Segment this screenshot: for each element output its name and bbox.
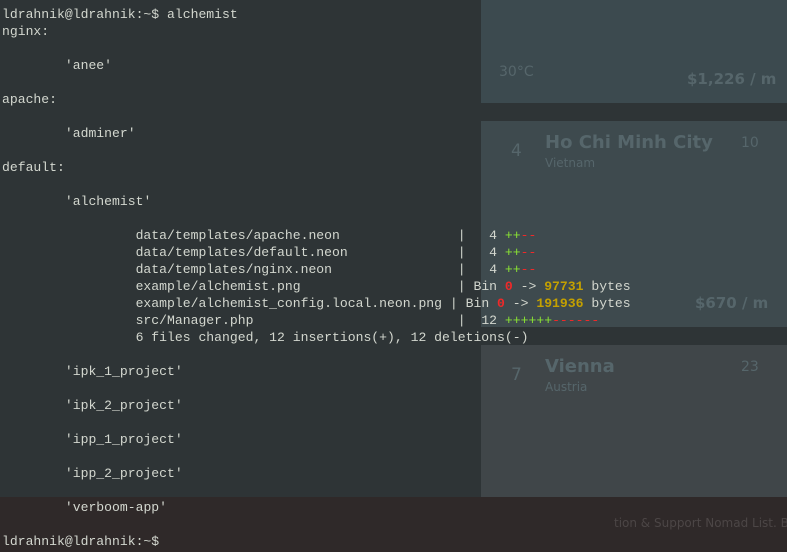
project-name: 'alchemist' [64,194,152,209]
diffstat-row: example/alchemist.png | Bin 0 -> 97731 b… [135,279,631,294]
diff-change-count: 4 [489,228,498,243]
diff-file-path: data/templates/apache.neon [135,228,340,243]
diff-minus-marks: -- [520,228,537,243]
group-label-default: default: [2,160,65,175]
diff-minus-marks: ------ [552,313,600,328]
diffstat-row: data/templates/apache.neon | 4 ++-- [135,228,537,243]
project-name: 'ipp_1_project' [64,432,183,447]
diff-bin-label: Bin [473,279,498,294]
shell-prompt: ldrahnik@ldrahnik:~$ [2,534,168,549]
project-name: 'ipk_1_project' [64,364,183,379]
diff-file-path: example/alchemist_config.local.neon.png [135,296,443,311]
project-name: 'adminer' [64,126,136,141]
diff-file-path: example/alchemist.png [135,279,301,294]
diff-bytes-from: 0 [497,296,505,311]
diff-arrow: -> [520,279,537,294]
bg-cost: $1,226 / m [687,70,777,88]
diff-plus-marks: ++++++ [504,313,553,328]
diff-file-path: src/Manager.php [135,313,254,328]
diffstat-row: example/alchemist_config.local.neon.png … [135,296,631,311]
diff-change-count: 4 [489,262,498,277]
project-name: 'ipp_2_project' [64,466,183,481]
diffstat-row: data/templates/nginx.neon | 4 ++-- [135,262,537,277]
diff-minus-marks: -- [520,262,537,277]
diff-plus-marks: ++ [504,228,521,243]
project-name: 'ipk_2_project' [64,398,183,413]
command-text: alchemist [167,7,238,22]
diff-change-count: 12 [481,313,498,328]
diff-bytes-to: 97731 [544,279,584,294]
diff-file-path: data/templates/nginx.neon [135,262,333,277]
diff-plus-marks: ++ [504,262,521,277]
diffstat-summary: 6 files changed, 12 insertions(+), 12 de… [135,330,529,345]
command-line: ldrahnik@ldrahnik:~$ alchemist [2,7,238,22]
project-name: 'verboom-app' [64,500,168,515]
bg-cost: $670 / m [695,294,769,312]
diff-file-path: data/templates/default.neon [135,245,348,260]
group-label-apache: apache: [2,92,58,107]
diff-minus-marks: -- [520,245,537,260]
diff-change-count: 4 [489,245,498,260]
bg-footer-text: tion & Support Nomad List. B [614,516,787,530]
project-name: 'anee' [64,58,113,73]
bg-score: 23 [741,359,759,375]
diffstat-row: src/Manager.php | 12 ++++++------ [135,313,600,328]
group-label-nginx: nginx: [2,24,50,39]
terminal-output[interactable]: ldrahnik@ldrahnik:~$ alchemist nginx: 'a… [2,6,631,550]
diffstat-row: data/templates/default.neon | 4 ++-- [135,245,537,260]
diff-arrow: -> [512,296,529,311]
diff-plus-marks: ++ [504,245,521,260]
diff-bytes-unit: bytes [591,279,631,294]
diff-bytes-from: 0 [504,279,513,294]
diff-bin-label: Bin [465,296,490,311]
diff-bytes-to: 191936 [536,296,584,311]
diff-bytes-unit: bytes [591,296,631,311]
bg-score: 10 [741,135,759,151]
shell-prompt: ldrahnik@ldrahnik:~$ [2,7,168,22]
